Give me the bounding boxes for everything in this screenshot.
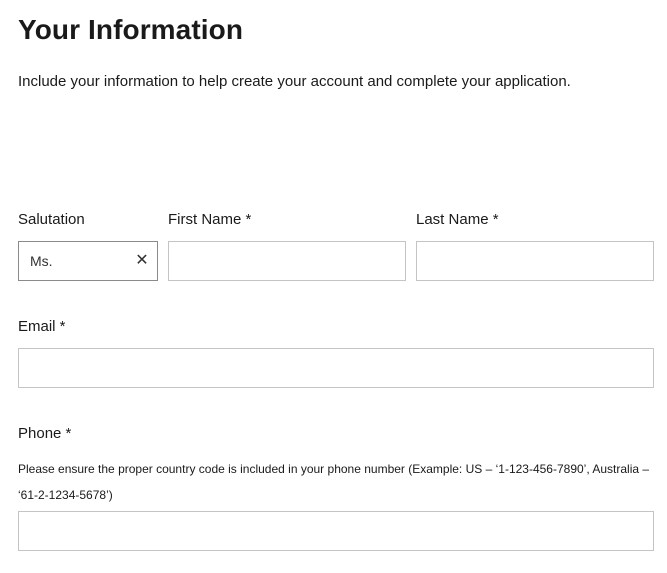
email-label: Email * <box>18 318 66 335</box>
first-name-field[interactable] <box>168 241 406 281</box>
email-input[interactable] <box>19 349 653 387</box>
phone-label: Phone * <box>18 425 72 442</box>
phone-hint-text: Please ensure the proper country code is… <box>18 462 650 502</box>
account-information-form-page: Your Information Include your informatio… <box>0 0 667 573</box>
phone-input[interactable] <box>19 512 653 550</box>
first-name-label: First Name * <box>168 211 252 228</box>
salutation-select[interactable]: Ms. ✕ <box>18 241 158 281</box>
page-intro-text: Include your information to help create … <box>18 73 571 90</box>
first-name-input[interactable] <box>169 242 405 280</box>
last-name-label: Last Name * <box>416 211 499 228</box>
page-title: Your Information <box>18 14 244 45</box>
salutation-label: Salutation <box>18 211 85 228</box>
close-icon[interactable]: ✕ <box>135 251 149 271</box>
phone-field[interactable] <box>18 511 654 551</box>
last-name-field[interactable] <box>416 241 654 281</box>
last-name-input[interactable] <box>417 242 653 280</box>
salutation-selected-value: Ms. <box>30 253 53 269</box>
email-field[interactable] <box>18 348 654 388</box>
